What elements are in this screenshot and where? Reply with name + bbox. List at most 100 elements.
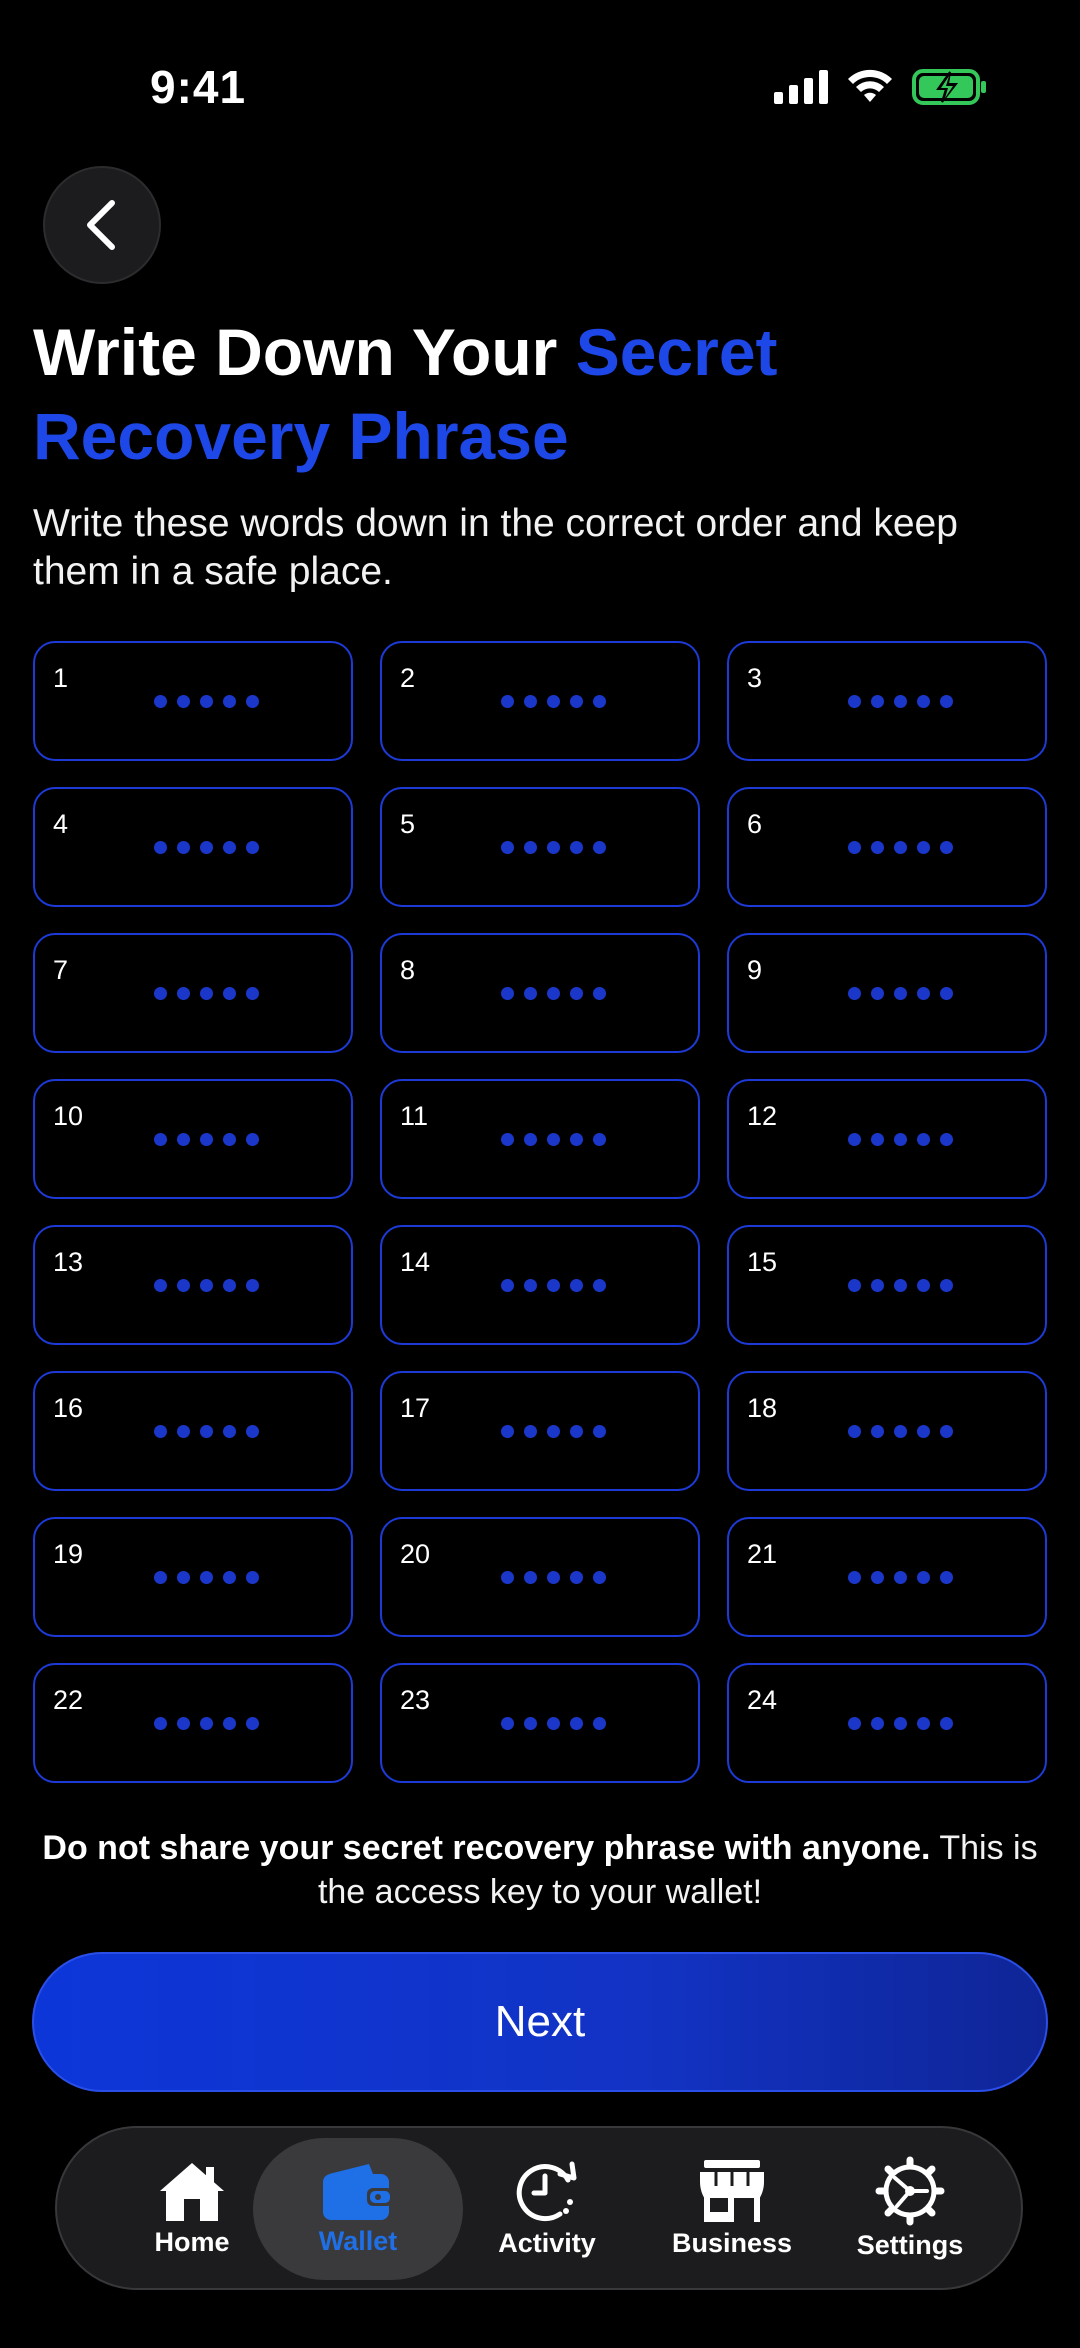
mask-dot — [176, 1133, 190, 1146]
mask-dot — [500, 1133, 514, 1146]
mask-dot — [176, 841, 190, 854]
tab-home[interactable]: Home — [117, 2128, 267, 2288]
phrase-word-number: 6 — [747, 809, 763, 839]
mask-dot — [222, 695, 236, 708]
mask-dot — [245, 1279, 259, 1292]
phrase-word-number: 21 — [747, 1539, 778, 1569]
mask-dot — [569, 1279, 583, 1292]
mask-dot — [500, 1717, 514, 1730]
phrase-word-number: 20 — [400, 1539, 431, 1569]
mask-dot — [592, 695, 606, 708]
phrase-word-number: 7 — [53, 955, 69, 985]
mask-dot — [523, 1133, 537, 1146]
mask-dot — [245, 1717, 259, 1730]
phrase-word-cell: 22 — [33, 1663, 353, 1783]
hidden-word-dots — [35, 987, 351, 1005]
mask-dot — [546, 1279, 560, 1292]
hidden-word-dots — [382, 1425, 698, 1443]
mask-dot — [500, 841, 514, 854]
mask-dot — [222, 987, 236, 1000]
mask-dot — [199, 841, 213, 854]
mask-dot — [916, 1425, 930, 1438]
phrase-word-cell: 24 — [727, 1663, 1047, 1783]
phrase-word-number: 22 — [53, 1685, 84, 1715]
hidden-word-dots — [35, 1571, 351, 1589]
phrase-word-number: 9 — [747, 955, 763, 985]
mask-dot — [847, 1133, 861, 1146]
next-button[interactable]: Next — [32, 1952, 1048, 2092]
mask-dot — [847, 1717, 861, 1730]
mask-dot — [523, 1425, 537, 1438]
phrase-word-number: 2 — [400, 663, 416, 693]
tab-settings[interactable]: Settings — [835, 2128, 985, 2288]
mask-dot — [893, 1425, 907, 1438]
mask-dot — [893, 1717, 907, 1730]
phrase-word-cell: 18 — [727, 1371, 1047, 1491]
mask-dot — [199, 695, 213, 708]
gear-icon — [875, 2156, 945, 2225]
mask-dot — [176, 1717, 190, 1730]
hidden-word-dots — [382, 1279, 698, 1297]
phrase-word-cell: 3 — [727, 641, 1047, 761]
phrase-word-cell: 23 — [380, 1663, 700, 1783]
mask-dot — [592, 987, 606, 1000]
hidden-word-dots — [35, 1425, 351, 1443]
mask-dot — [916, 841, 930, 854]
mask-dot — [870, 1425, 884, 1438]
phrase-word-cell: 8 — [380, 933, 700, 1053]
phrase-word-cell: 9 — [727, 933, 1047, 1053]
mask-dot — [916, 1717, 930, 1730]
phrase-word-cell: 5 — [380, 787, 700, 907]
tab-wallet[interactable]: Wallet — [253, 2138, 463, 2280]
back-button[interactable] — [43, 166, 161, 284]
mask-dot — [153, 695, 167, 708]
mask-dot — [592, 1133, 606, 1146]
mask-dot — [523, 841, 537, 854]
phrase-word-number: 16 — [53, 1393, 84, 1423]
tab-business[interactable]: Business — [647, 2128, 817, 2288]
mask-dot — [546, 1425, 560, 1438]
mask-dot — [245, 1133, 259, 1146]
mask-dot — [153, 1571, 167, 1584]
mask-dot — [222, 1279, 236, 1292]
page-title: Write Down Your Secret Recovery Phrase — [33, 310, 1033, 478]
phrase-word-cell: 2 — [380, 641, 700, 761]
mask-dot — [592, 1279, 606, 1292]
recovery-phrase-grid: 1 2 3 4 5 6 7 8 9 10 11 12 13 14 15 16 17 18 19 20 21 22 23 24 — [33, 641, 1047, 1783]
mask-dot — [870, 1717, 884, 1730]
phrase-word-number: 3 — [747, 663, 763, 693]
tab-bar: Home Wallet Activity Business Settings — [55, 2126, 1023, 2290]
phrase-word-number: 18 — [747, 1393, 778, 1423]
phrase-word-cell: 17 — [380, 1371, 700, 1491]
hidden-word-dots — [35, 695, 351, 713]
hidden-word-dots — [382, 841, 698, 859]
hidden-word-dots — [729, 1571, 1045, 1589]
phrase-word-cell: 7 — [33, 933, 353, 1053]
phrase-word-cell: 10 — [33, 1079, 353, 1199]
mask-dot — [153, 987, 167, 1000]
mask-dot — [546, 1571, 560, 1584]
mask-dot — [939, 695, 953, 708]
mask-dot — [245, 987, 259, 1000]
hidden-word-dots — [729, 1279, 1045, 1297]
mask-dot — [222, 1717, 236, 1730]
phrase-word-number: 13 — [53, 1247, 84, 1277]
tab-label: Business — [671, 2227, 793, 2258]
tab-activity[interactable]: Activity — [472, 2128, 622, 2288]
phrase-word-number: 14 — [400, 1247, 431, 1277]
mask-dot — [893, 987, 907, 1000]
phrase-word-cell: 16 — [33, 1371, 353, 1491]
hidden-word-dots — [382, 1133, 698, 1151]
mask-dot — [569, 987, 583, 1000]
mask-dot — [546, 695, 560, 708]
tab-label: Activity — [498, 2227, 596, 2258]
mask-dot — [199, 1133, 213, 1146]
mask-dot — [847, 987, 861, 1000]
mask-dot — [592, 841, 606, 854]
mask-dot — [870, 695, 884, 708]
mask-dot — [176, 1279, 190, 1292]
mask-dot — [523, 1717, 537, 1730]
mask-dot — [199, 987, 213, 1000]
phrase-word-number: 4 — [53, 809, 69, 839]
mask-dot — [592, 1571, 606, 1584]
